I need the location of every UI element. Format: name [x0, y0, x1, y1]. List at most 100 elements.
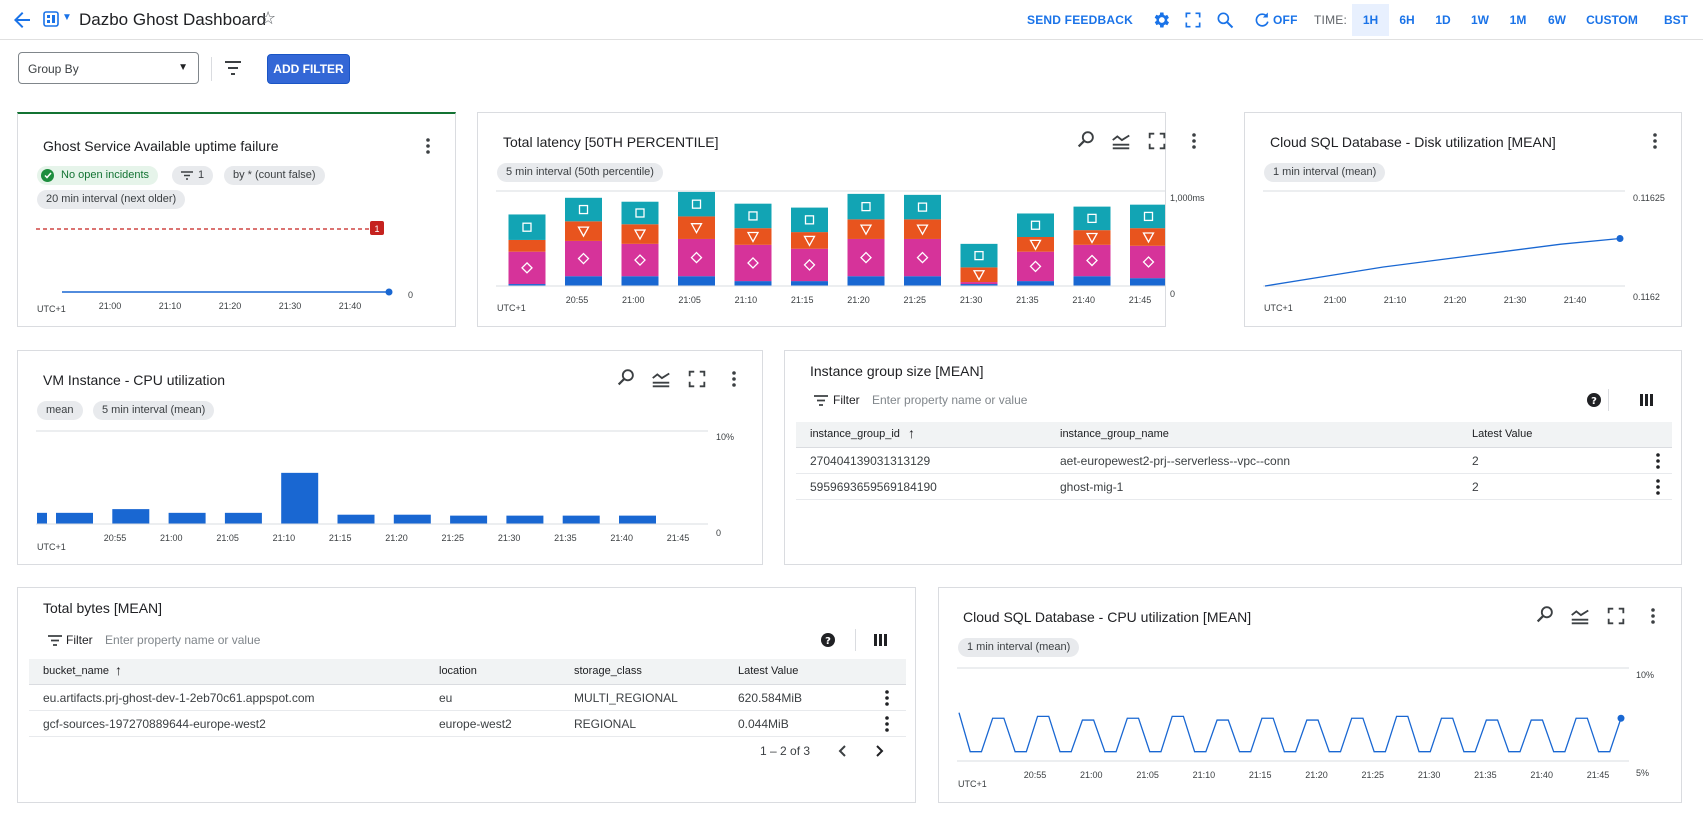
bar-segment [847, 193, 885, 220]
send-feedback-button[interactable]: SEND FEEDBACK [1027, 13, 1133, 27]
interval-chip[interactable]: 1 min interval (mean) [958, 638, 1080, 657]
bar-segment [847, 276, 885, 286]
filter-count-chip[interactable]: 1 [172, 166, 214, 185]
interval-chip[interactable]: 5 min interval (50th percentile) [497, 163, 663, 182]
latency-card-title: Total latency [50TH PERCENTILE] [503, 134, 719, 150]
time-range-custom[interactable]: CUSTOM [1581, 4, 1643, 36]
bar [168, 512, 206, 524]
zoom-search-icon[interactable] [615, 367, 637, 389]
disk-chart[interactable]: 21:00 21:10 21:20 21:30 21:40 [1245, 183, 1681, 326]
column-header[interactable]: instance_group_name [1060, 428, 1169, 440]
column-header[interactable]: bucket_name [43, 665, 109, 677]
help-icon[interactable]: ? [1587, 393, 1601, 407]
more-options-icon[interactable] [1643, 606, 1663, 626]
x-tick-label: 21:05 [216, 533, 239, 543]
sort-ascending-icon[interactable]: ↑ [908, 425, 915, 441]
x-tick-label: 21:45 [1129, 295, 1152, 305]
next-page-icon[interactable] [871, 743, 887, 759]
fullscreen-icon[interactable] [1183, 10, 1203, 30]
filter-icon[interactable] [48, 635, 62, 646]
time-range-1h[interactable]: 1H [1352, 4, 1389, 36]
legend-toggle-icon[interactable] [1110, 130, 1132, 152]
add-filter-button[interactable]: ADD FILTER [267, 54, 350, 84]
time-range-6h[interactable]: 6H [1390, 4, 1424, 36]
latency-chart[interactable]: 20:55 21:00 21:05 21:10 21:15 21:20 21:25 21:30… [478, 183, 1165, 326]
interval-chip[interactable]: 1 min interval (mean) [1264, 163, 1386, 182]
column-picker-icon[interactable] [874, 634, 887, 646]
group-by-chip[interactable]: by * (count false) [224, 166, 325, 185]
x-tick-label: 21:40 [610, 533, 633, 543]
row-more-options-icon[interactable] [877, 714, 897, 734]
help-icon[interactable]: ? [821, 633, 835, 647]
more-options-icon[interactable] [724, 369, 744, 389]
row-more-options-icon[interactable] [877, 688, 897, 708]
table-cell: aet-europewest2-prj--serverless--vpc--co… [1060, 454, 1291, 468]
group-by-select[interactable]: Group By ▼ [18, 52, 199, 84]
column-picker-icon[interactable] [1640, 394, 1653, 406]
back-arrow-icon[interactable] [10, 8, 34, 32]
table-filter-input[interactable]: Enter property name or value [105, 633, 260, 647]
table-filter-input[interactable]: Enter property name or value [872, 393, 1027, 407]
fullscreen-icon[interactable] [686, 368, 708, 390]
column-header[interactable]: instance_group_id [810, 428, 900, 440]
aligner-chip[interactable]: mean [37, 401, 83, 420]
interval-chip[interactable]: 20 min interval (next older) [37, 190, 186, 209]
time-range-1d[interactable]: 1D [1426, 4, 1460, 36]
bar-segment [960, 282, 998, 285]
time-range-6w[interactable]: 6W [1540, 4, 1574, 36]
legend-toggle-icon[interactable] [650, 368, 672, 390]
vm-cpu-chart[interactable]: 20:55 21:00 21:05 21:10 21:15 21:20 21:25 21:30… [18, 421, 762, 564]
more-options-icon[interactable] [1645, 131, 1665, 151]
sort-ascending-icon[interactable]: ↑ [115, 662, 122, 678]
total-bytes-card-title: Total bytes [MEAN] [43, 600, 163, 616]
table-cell: REGIONAL [574, 717, 637, 731]
settings-gear-icon[interactable] [1151, 10, 1171, 30]
column-header[interactable]: location [439, 665, 477, 677]
bar [393, 514, 431, 524]
bar-segment [791, 207, 828, 233]
time-range-1m[interactable]: 1M [1501, 4, 1535, 36]
x-tick-label: 20:55 [104, 533, 127, 543]
series-endpoint [1616, 235, 1624, 242]
fullscreen-icon[interactable] [1605, 605, 1627, 627]
more-options-icon[interactable] [418, 136, 438, 156]
zoom-search-icon[interactable] [1215, 10, 1235, 30]
row-more-options-icon[interactable] [1648, 451, 1668, 471]
toolbar-divider [1608, 389, 1609, 411]
filter-icon[interactable] [814, 395, 828, 406]
row-more-options-icon[interactable] [1648, 477, 1668, 497]
interval-chip[interactable]: 5 min interval (mean) [93, 401, 215, 420]
bar [450, 515, 488, 524]
incidents-chip[interactable]: No open incidents [37, 166, 159, 185]
bar-segment [904, 194, 941, 220]
table-filter-label: Filter [66, 633, 93, 647]
legend-toggle-icon[interactable] [1569, 605, 1591, 627]
auto-refresh-icon[interactable] [1252, 10, 1272, 30]
x-tick-label: 21:20 [1305, 770, 1328, 780]
filter-icon[interactable] [223, 60, 243, 76]
dashboard-icon[interactable] [43, 11, 59, 27]
x-tick-label: 21:05 [678, 295, 701, 305]
time-range-1w[interactable]: 1W [1463, 4, 1497, 36]
auto-refresh-state[interactable]: OFF [1273, 13, 1298, 27]
column-header[interactable]: Latest Value [1472, 428, 1532, 440]
dashboard-menu-caret-icon[interactable]: ▼ [62, 12, 72, 23]
column-header[interactable]: Latest Value [738, 665, 798, 677]
column-header[interactable]: storage_class [574, 665, 642, 677]
zoom-search-icon[interactable] [1075, 129, 1097, 151]
bar-segment [1073, 206, 1111, 231]
bar-segment [508, 239, 546, 252]
zoom-search-icon[interactable] [1534, 604, 1556, 626]
sql-cpu-chart[interactable]: 20:55 21:00 21:05 21:10 21:15 21:20 21:25 21:30… [939, 658, 1681, 802]
timezone-button[interactable]: BST [1658, 4, 1694, 36]
previous-page-icon[interactable] [835, 743, 851, 759]
fullscreen-icon[interactable] [1146, 130, 1168, 152]
star-icon[interactable]: ☆ [260, 8, 276, 29]
x-tick-label: 21:40 [1564, 295, 1587, 305]
bar [37, 512, 47, 524]
more-options-icon[interactable] [1184, 131, 1204, 151]
x-tick-label: 21:25 [1362, 770, 1385, 780]
uptime-chart[interactable]: 1 21:00 21:10 21:20 21:30 21:40 [18, 209, 455, 327]
table-cell: eu [439, 691, 453, 705]
x-tick-label: 21:00 [99, 301, 122, 311]
